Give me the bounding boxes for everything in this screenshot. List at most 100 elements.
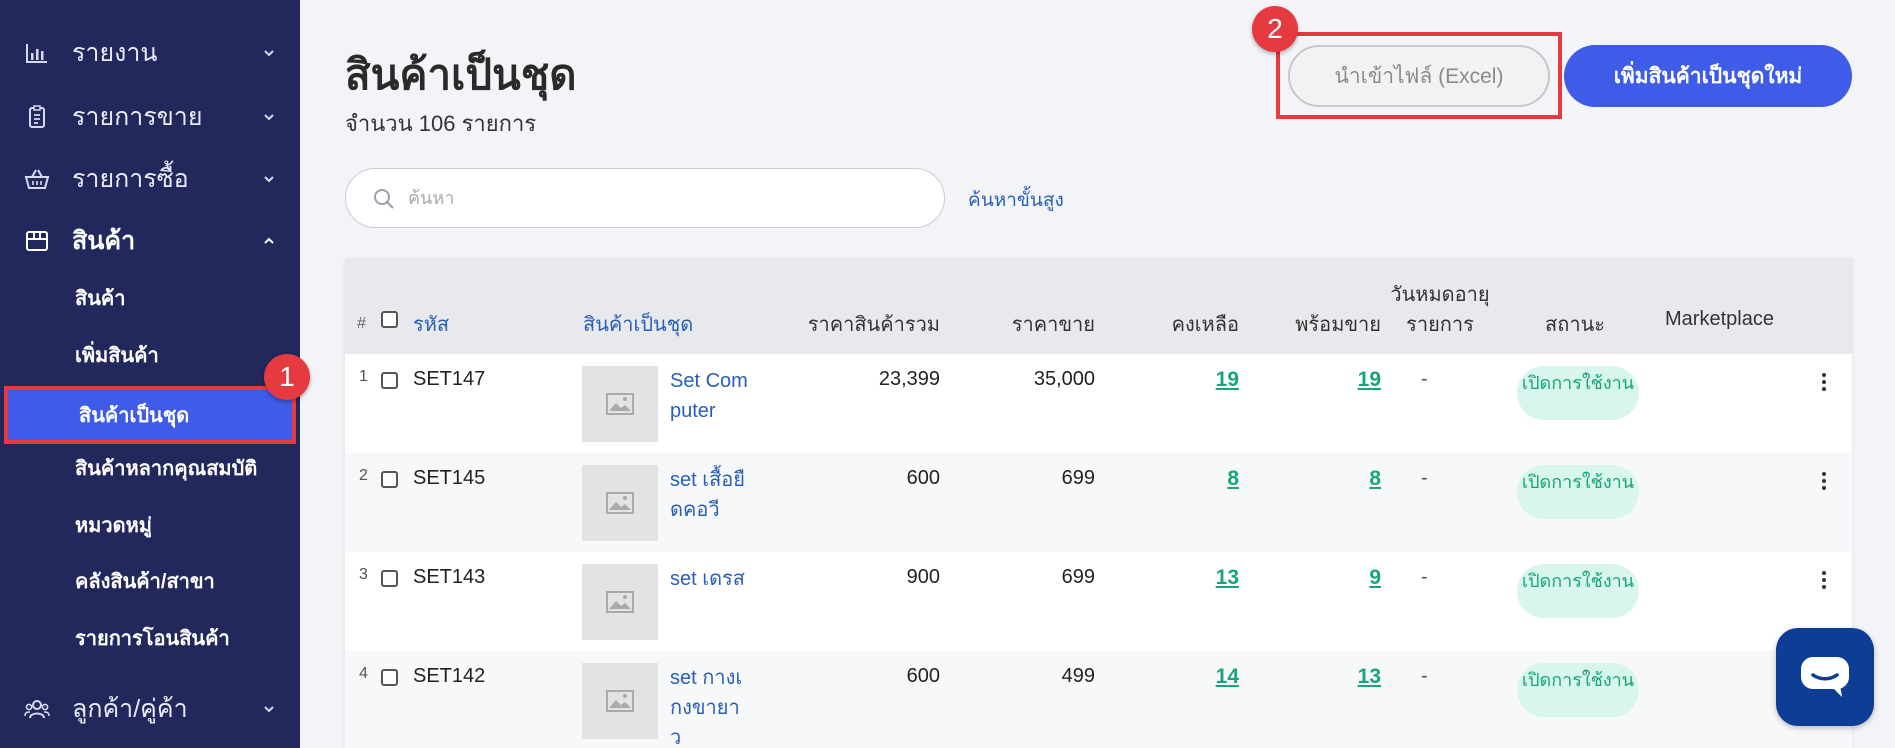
row-code: SET142 — [413, 665, 486, 687]
more-options-icon[interactable] — [1817, 370, 1831, 394]
product-thumbnail — [582, 564, 658, 640]
row-expiry: - — [1421, 665, 1428, 687]
row-number: 2 — [359, 467, 368, 484]
advanced-search-link[interactable]: ค้นหาขั้นสูง — [968, 185, 1064, 215]
chat-bubble-icon — [1801, 657, 1849, 697]
sidebar-group-reports[interactable]: รายงาน — [0, 28, 300, 78]
row-remaining-link[interactable]: 19 — [1095, 368, 1239, 392]
sidebar-item-variant-products[interactable]: สินค้าหลากคุณสมบัติ — [0, 443, 300, 493]
import-excel-button[interactable]: นำเข้าไฟล์ (Excel) — [1288, 45, 1550, 107]
row-code: SET147 — [413, 368, 486, 390]
row-remaining-link[interactable]: 14 — [1095, 665, 1239, 689]
search-icon — [374, 189, 394, 209]
table-header: # รหัส สินค้าเป็นชุด ราคาสินค้ารวม ราคาข… — [345, 258, 1852, 354]
product-thumbnail — [582, 465, 658, 541]
product-set-name-link[interactable]: set เดรส — [670, 564, 750, 594]
table-row: 1 SET147 Set Computer 23,399 35,000 19 1… — [345, 354, 1852, 453]
item-count: จำนวน 106 รายการ — [345, 111, 537, 136]
row-sale-price: 499 — [1061, 665, 1095, 687]
clipboard-icon — [29, 105, 45, 128]
status-badge: เปิดการใช้งาน — [1517, 465, 1639, 519]
column-code[interactable]: รหัส — [413, 308, 449, 340]
sidebar-group-sales[interactable]: รายการขาย — [0, 92, 300, 142]
product-set-name-link[interactable]: set กางเกงขายาว — [670, 663, 750, 748]
row-sale-price: 699 — [1061, 566, 1095, 588]
select-all-checkbox[interactable] — [381, 311, 398, 328]
status-badge: เปิดการใช้งาน — [1517, 663, 1639, 717]
column-ready: พร้อมขาย — [1295, 314, 1381, 336]
column-sale-price: ราคาขาย — [1011, 314, 1095, 336]
row-expiry: - — [1421, 368, 1428, 390]
sidebar-item-products[interactable]: สินค้า — [0, 273, 300, 323]
table-row: 2 SET145 set เสื้อยืดคอวี 600 699 8 8 - … — [345, 453, 1852, 552]
column-num: # — [357, 315, 366, 332]
sidebar-item-add-product[interactable]: เพิ่มสินค้า — [0, 330, 300, 380]
sidebar-group-label: รายงาน — [72, 39, 158, 67]
image-placeholder-icon — [606, 591, 634, 613]
row-total-price: 600 — [906, 665, 940, 687]
product-set-name-link[interactable]: set เสื้อยืดคอวี — [670, 465, 750, 525]
column-product-set[interactable]: สินค้าเป็นชุด — [583, 308, 693, 340]
step-badge-1: 1 — [264, 354, 310, 400]
search-input[interactable] — [408, 183, 928, 213]
sidebar-item-warehouses[interactable]: คลังสินค้า/สาขา — [0, 556, 300, 606]
chat-widget-button[interactable] — [1776, 628, 1874, 726]
row-checkbox[interactable] — [381, 570, 398, 587]
column-total-price: ราคาสินค้ารวม — [807, 314, 940, 336]
users-icon — [24, 700, 50, 719]
sidebar-group-label: รายการขาย — [72, 103, 203, 131]
product-thumbnail — [582, 366, 658, 442]
row-ready-link[interactable]: 13 — [1225, 665, 1381, 689]
image-placeholder-icon — [606, 492, 634, 514]
image-placeholder-icon — [606, 393, 634, 415]
page-title: สินค้าเป็นชุด — [345, 51, 577, 98]
column-status: สถานะ — [1545, 314, 1605, 336]
product-set-table: # รหัส สินค้าเป็นชุด ราคาสินค้ารวม ราคาข… — [345, 258, 1852, 748]
sidebar-item-label: เพิ่มสินค้า — [75, 345, 159, 367]
column-expiry-line2: รายการ — [1406, 314, 1474, 336]
search-box — [345, 168, 945, 228]
row-remaining-link[interactable]: 13 — [1095, 566, 1239, 590]
row-checkbox[interactable] — [381, 471, 398, 488]
row-total-price: 900 — [906, 566, 940, 588]
row-checkbox[interactable] — [381, 372, 398, 389]
sidebar-item-label: หมวดหมู่ — [75, 515, 152, 537]
sidebar-item-label: สินค้า — [75, 288, 126, 310]
table-row: 3 SET143 set เดรส 900 699 13 9 - เปิดการ… — [345, 552, 1852, 651]
add-product-set-button[interactable]: เพิ่มสินค้าเป็นชุดใหม่ — [1564, 45, 1852, 107]
row-number: 1 — [359, 368, 368, 385]
row-total-price: 600 — [906, 467, 940, 489]
bar-chart-icon — [26, 44, 47, 63]
sidebar-item-product-sets[interactable]: สินค้าเป็นชุด — [4, 386, 296, 444]
row-number: 3 — [359, 566, 368, 583]
row-code: SET145 — [413, 467, 486, 489]
row-sale-price: 35,000 — [1033, 368, 1095, 390]
sidebar: รายงาน รายการขาย รายการซื้อ สินค้า สินค้… — [0, 0, 300, 748]
sidebar-item-categories[interactable]: หมวดหมู่ — [0, 500, 300, 550]
table-row: 4 SET142 set กางเกงขายาว 600 499 14 13 -… — [345, 651, 1852, 748]
column-remaining: คงเหลือ — [1171, 314, 1239, 336]
chevron-down-icon — [264, 176, 274, 183]
row-ready-link[interactable]: 19 — [1225, 368, 1381, 392]
row-checkbox[interactable] — [381, 669, 398, 686]
sidebar-item-label: รายการโอนสินค้า — [75, 628, 230, 650]
row-expiry: - — [1421, 467, 1428, 489]
product-set-name-link[interactable]: Set Computer — [670, 366, 750, 426]
sidebar-group-customers[interactable]: ลูกค้า/คู่ค้า — [0, 684, 300, 734]
row-total-price: 23,399 — [878, 368, 940, 390]
status-badge: เปิดการใช้งาน — [1517, 564, 1639, 618]
more-options-icon[interactable] — [1817, 469, 1831, 493]
row-sale-price: 699 — [1061, 467, 1095, 489]
row-remaining-link[interactable]: 8 — [1095, 467, 1239, 491]
chevron-down-icon — [264, 114, 274, 121]
more-options-icon[interactable] — [1817, 568, 1831, 592]
image-placeholder-icon — [606, 690, 634, 712]
row-number: 4 — [359, 665, 368, 682]
sidebar-group-products[interactable]: สินค้า — [0, 216, 300, 266]
row-ready-link[interactable]: 8 — [1225, 467, 1381, 491]
row-ready-link[interactable]: 9 — [1225, 566, 1381, 590]
sidebar-group-purchases[interactable]: รายการซื้อ — [0, 154, 300, 204]
basket-icon — [24, 169, 50, 189]
sidebar-group-label: สินค้า — [72, 227, 136, 255]
sidebar-item-transfers[interactable]: รายการโอนสินค้า — [0, 613, 300, 663]
